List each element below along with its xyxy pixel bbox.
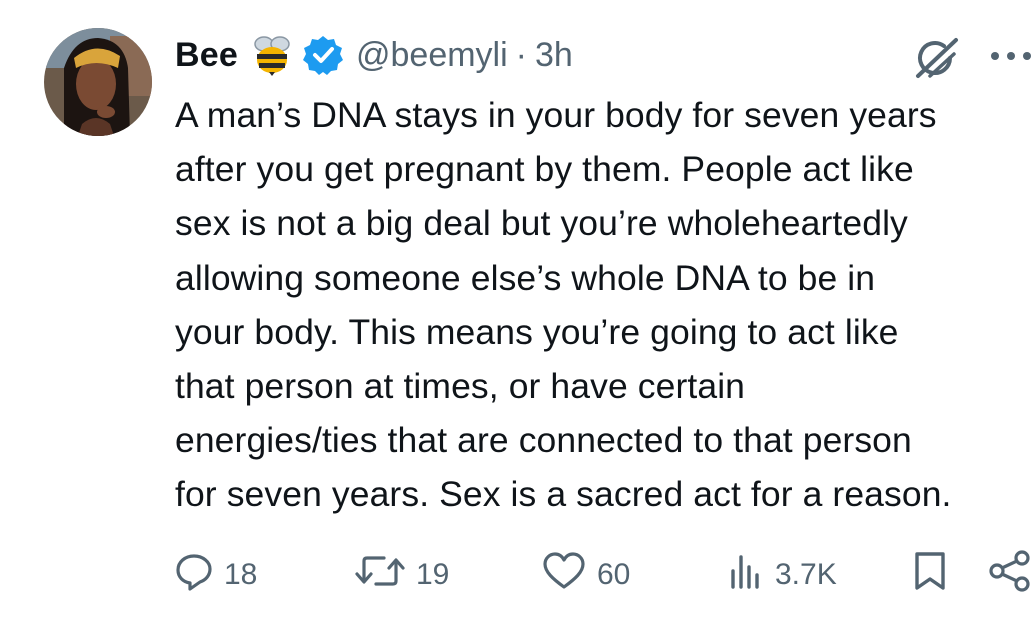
tweet-text: A man’s DNA stays in your body for seven… xyxy=(175,88,1034,522)
display-name[interactable]: Bee xyxy=(175,36,238,75)
action-bar: 18 19 60 3.7K xyxy=(0,548,1034,602)
tweet-text-line: energies/ties that are connected to that… xyxy=(175,420,912,461)
bee-icon xyxy=(252,34,292,76)
reply-icon xyxy=(174,551,214,599)
share-button[interactable] xyxy=(988,548,1034,602)
reply-count: 18 xyxy=(224,558,258,591)
views-icon xyxy=(725,551,765,599)
tweet-text-line: for seven years. Sex is a sacred act for… xyxy=(175,474,952,515)
timestamp[interactable]: 3h xyxy=(535,36,573,75)
repost-button[interactable]: 19 xyxy=(354,548,449,602)
like-count: 60 xyxy=(597,558,631,591)
more-icon[interactable] xyxy=(988,44,1034,68)
share-icon xyxy=(988,550,1034,600)
like-button[interactable]: 60 xyxy=(541,548,630,602)
separator-dot: · xyxy=(515,35,527,74)
tweet-text-line: after you get pregnant by them. People a… xyxy=(175,149,914,190)
tweet-header: Bee @beemyli · 3h xyxy=(175,30,573,80)
bookmark-icon xyxy=(912,550,948,600)
tweet-text-line: allowing someone else’s whole DNA to be … xyxy=(175,257,876,298)
tweet-text-line: sex is not a big deal but you’re wholehe… xyxy=(175,203,908,244)
reply-button[interactable]: 18 xyxy=(174,548,257,602)
repost-icon xyxy=(354,551,406,599)
tweet-text-line: your body. This means you’re going to ac… xyxy=(175,311,899,352)
repost-count: 19 xyxy=(416,558,450,591)
views-button[interactable]: 3.7K xyxy=(725,548,837,602)
verified-badge-icon[interactable] xyxy=(302,34,344,76)
tweet-text-line: A man’s DNA stays in your body for seven… xyxy=(175,95,937,135)
tweet-text-line: that person at times, or have certain xyxy=(175,366,746,407)
view-count: 3.7K xyxy=(775,558,837,591)
handle[interactable]: @beemyli xyxy=(356,36,508,75)
grok-icon[interactable] xyxy=(912,36,962,82)
avatar[interactable] xyxy=(44,28,152,136)
bookmark-button[interactable] xyxy=(912,548,948,602)
like-icon xyxy=(541,551,587,599)
